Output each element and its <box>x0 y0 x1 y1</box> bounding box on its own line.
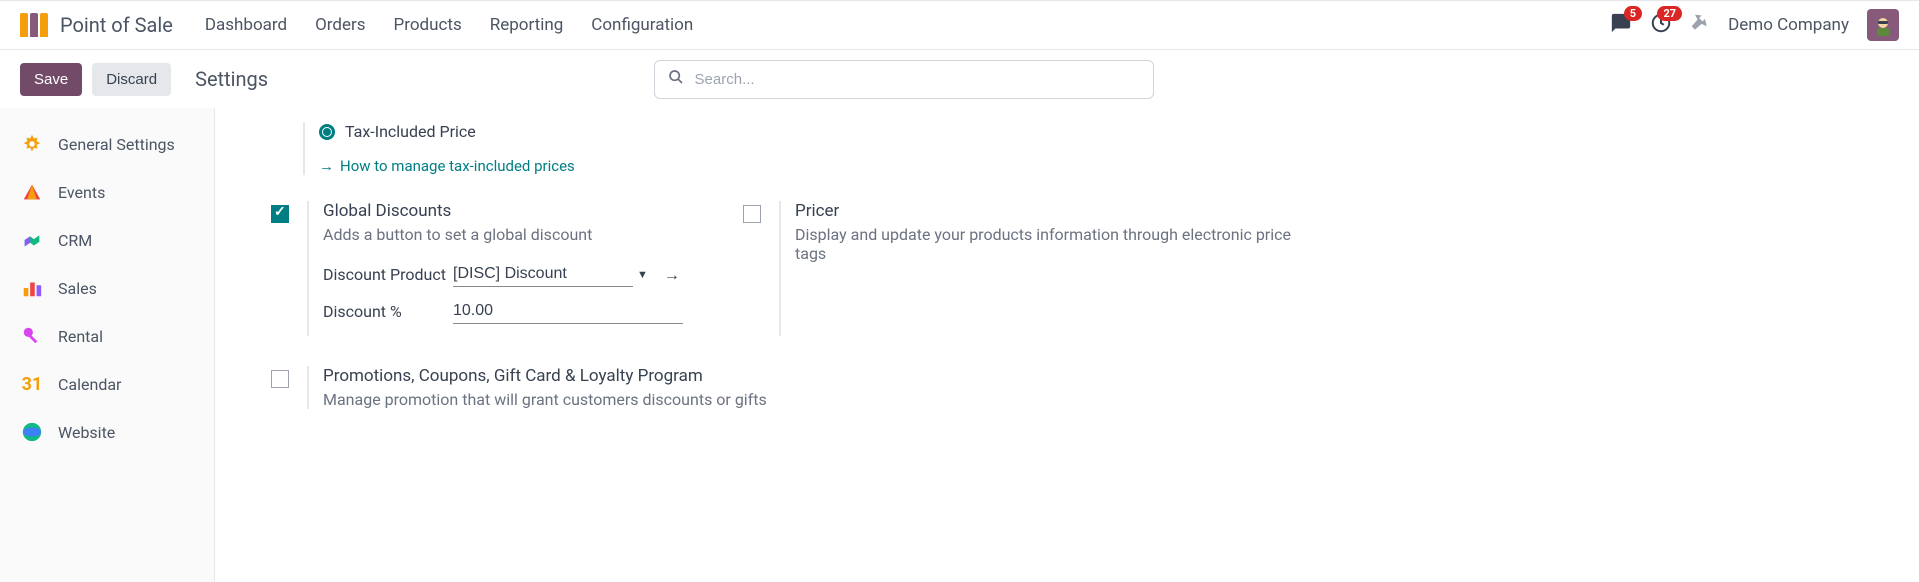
sidebar-item-label: Rental <box>58 327 103 346</box>
checkbox-promotions[interactable] <box>271 370 289 388</box>
sidebar-item-label: CRM <box>58 231 92 250</box>
dropdown-caret-icon[interactable]: ▼ <box>637 268 648 281</box>
key-icon <box>20 324 44 348</box>
sidebar-item-calendar[interactable]: 31 Calendar <box>0 360 214 408</box>
tax-help-link[interactable]: → How to manage tax-included prices <box>319 157 575 175</box>
setting-title: Promotions, Coupons, Gift Card & Loyalty… <box>323 366 767 386</box>
user-avatar[interactable] <box>1867 9 1899 41</box>
handshake-icon <box>20 228 44 252</box>
nav-orders[interactable]: Orders <box>315 15 365 35</box>
sidebar-item-crm[interactable]: CRM <box>0 216 214 264</box>
tent-icon <box>20 180 44 204</box>
sidebar-item-label: Sales <box>58 279 97 298</box>
company-selector[interactable]: Demo Company <box>1728 15 1849 35</box>
activities-icon[interactable]: 27 <box>1650 12 1672 38</box>
discard-button[interactable]: Discard <box>92 63 171 96</box>
sidebar-item-label: Website <box>58 423 115 442</box>
nav-dashboard[interactable]: Dashboard <box>205 15 287 35</box>
messages-icon[interactable]: 5 <box>1610 12 1632 38</box>
sidebar-item-website[interactable]: Website <box>0 408 214 456</box>
setting-desc: Display and update your products informa… <box>795 225 1299 263</box>
sidebar-item-rental[interactable]: Rental <box>0 312 214 360</box>
discount-product-label: Discount Product <box>323 265 453 284</box>
activities-badge: 27 <box>1657 6 1682 21</box>
sidebar-item-label: General Settings <box>58 135 175 154</box>
messages-badge: 5 <box>1624 6 1642 21</box>
sidebar-item-label: Events <box>58 183 105 202</box>
sidebar-item-events[interactable]: Events <box>0 168 214 216</box>
nav-configuration[interactable]: Configuration <box>591 15 693 35</box>
nav-products[interactable]: Products <box>394 15 462 35</box>
sidebar-item-label: Calendar <box>58 375 121 394</box>
tools-icon[interactable] <box>1690 13 1710 37</box>
discount-pct-label: Discount % <box>323 302 453 321</box>
radio-dot-icon <box>319 124 335 140</box>
external-link-icon[interactable]: → <box>664 265 680 285</box>
save-button[interactable]: Save <box>20 63 82 96</box>
page-title: Settings <box>195 67 268 91</box>
sidebar-item-general[interactable]: General Settings <box>0 120 214 168</box>
discount-pct-input[interactable] <box>453 299 683 324</box>
calendar-icon: 31 <box>20 372 44 396</box>
setting-title: Pricer <box>795 201 1299 221</box>
checkbox-global-discounts[interactable] <box>271 205 289 223</box>
gear-icon <box>20 132 44 156</box>
nav-reporting[interactable]: Reporting <box>490 15 564 35</box>
radio-tax-included[interactable]: Tax-Included Price <box>319 122 1919 141</box>
sidebar-item-sales[interactable]: Sales <box>0 264 214 312</box>
globe-icon <box>20 420 44 444</box>
app-logo[interactable] <box>20 13 48 37</box>
search-input[interactable] <box>654 60 1154 99</box>
discount-product-input[interactable] <box>453 262 633 287</box>
search-icon <box>668 69 684 89</box>
bars-icon <box>20 276 44 300</box>
setting-title: Global Discounts <box>323 201 683 221</box>
setting-desc: Manage promotion that will grant custome… <box>323 390 767 409</box>
checkbox-pricer[interactable] <box>743 205 761 223</box>
app-name[interactable]: Point of Sale <box>60 13 173 37</box>
arrow-right-icon: → <box>319 157 334 175</box>
radio-label: Tax-Included Price <box>345 122 476 141</box>
setting-desc: Adds a button to set a global discount <box>323 225 683 244</box>
